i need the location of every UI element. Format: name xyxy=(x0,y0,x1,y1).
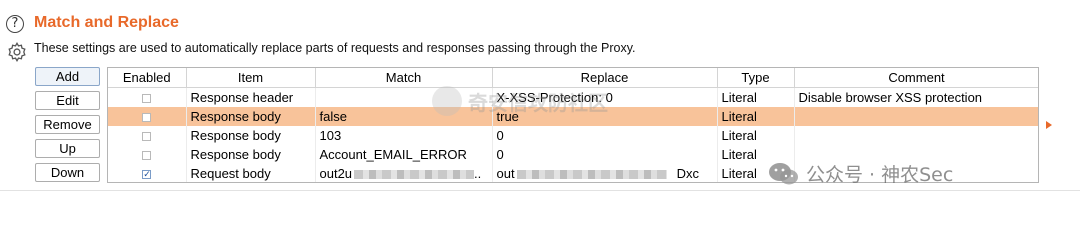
table-row-selected[interactable]: Response body false true Literal xyxy=(108,107,1038,126)
match-cell: Account_EMAIL_ERROR xyxy=(315,145,493,164)
type-cell: Literal xyxy=(717,87,795,107)
match-cell xyxy=(315,87,493,107)
match-cell: false xyxy=(315,107,493,126)
match-replace-table: Enabled Item Match Replace Type Comment … xyxy=(107,67,1039,183)
item-cell: Response body xyxy=(186,145,316,164)
item-cell: Request body xyxy=(186,164,316,182)
redacted-text xyxy=(516,170,667,180)
table-row[interactable]: Response header X-XSS-Protection: 0 Lite… xyxy=(108,87,1038,107)
comment-cell xyxy=(794,107,1038,126)
item-cell: Response body xyxy=(186,126,316,145)
scroll-arrow-icon[interactable] xyxy=(1046,121,1052,129)
add-button[interactable]: Add xyxy=(35,67,100,86)
enabled-checkbox[interactable]: ✓ xyxy=(142,170,152,180)
rule-buttons: Add Edit Remove Up Down xyxy=(35,67,100,187)
replace-cell: out Dxc xyxy=(492,164,718,182)
match-cell: out2u.. xyxy=(315,164,493,182)
table-row[interactable]: ✓ Request body out2u.. out Dxc Literal xyxy=(108,164,1038,182)
item-cell: Response body xyxy=(186,107,316,126)
column-header-item[interactable]: Item xyxy=(186,68,316,88)
redacted-text xyxy=(354,170,475,180)
column-header-type[interactable]: Type xyxy=(717,68,795,88)
replace-cell: true xyxy=(492,107,718,126)
comment-cell xyxy=(794,164,1038,182)
type-cell: Literal xyxy=(717,107,795,126)
table-row[interactable]: Response body 103 0 Literal xyxy=(108,126,1038,145)
table-header-row: Enabled Item Match Replace Type Comment xyxy=(108,68,1038,88)
type-cell: Literal xyxy=(717,164,795,182)
enabled-cell xyxy=(108,107,187,126)
match-suffix: .. xyxy=(474,166,482,181)
enabled-checkbox[interactable] xyxy=(142,132,152,142)
table-row[interactable]: Response body Account_EMAIL_ERROR 0 Lite… xyxy=(108,145,1038,164)
enabled-cell xyxy=(108,145,187,164)
enabled-checkbox[interactable] xyxy=(142,151,152,161)
column-header-enabled[interactable]: Enabled xyxy=(108,68,187,88)
edit-button[interactable]: Edit xyxy=(35,91,100,110)
up-button[interactable]: Up xyxy=(35,139,100,158)
section-description: These settings are used to automatically… xyxy=(34,41,636,55)
page-title: Match and Replace xyxy=(34,14,179,31)
comment-cell: Disable browser XSS protection xyxy=(794,87,1038,107)
type-cell: Literal xyxy=(717,145,795,164)
match-cell: 103 xyxy=(315,126,493,145)
enabled-checkbox[interactable] xyxy=(142,113,152,123)
comment-cell xyxy=(794,145,1038,164)
replace-cell: X-XSS-Protection: 0 xyxy=(492,87,718,107)
column-header-comment[interactable]: Comment xyxy=(794,68,1038,88)
gear-icon[interactable] xyxy=(6,41,28,63)
enabled-cell xyxy=(108,87,187,107)
item-cell: Response header xyxy=(186,87,316,107)
replace-suffix: Dxc xyxy=(676,166,699,181)
remove-button[interactable]: Remove xyxy=(35,115,100,134)
help-icon[interactable]: ? xyxy=(6,15,24,33)
column-header-match[interactable]: Match xyxy=(315,68,493,88)
enabled-cell xyxy=(108,126,187,145)
replace-text: out xyxy=(496,166,515,181)
down-button[interactable]: Down xyxy=(35,163,100,182)
match-text: out2u xyxy=(319,166,353,181)
divider xyxy=(0,190,1080,191)
column-header-replace[interactable]: Replace xyxy=(492,68,718,88)
replace-cell: 0 xyxy=(492,145,718,164)
enabled-checkbox[interactable] xyxy=(142,94,152,104)
replace-cell: 0 xyxy=(492,126,718,145)
type-cell: Literal xyxy=(717,126,795,145)
comment-cell xyxy=(794,126,1038,145)
enabled-cell: ✓ xyxy=(108,164,187,182)
